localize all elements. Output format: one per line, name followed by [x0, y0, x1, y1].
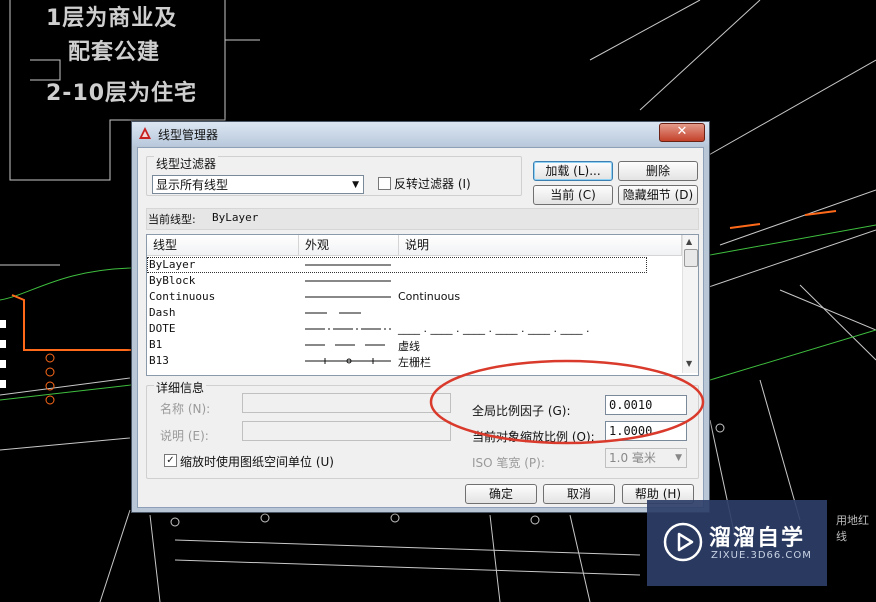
chevron-down-icon: ▼ — [352, 180, 359, 190]
linetype-row[interactable]: DOTE ____ . ____ . ____ . ____ . ____ . … — [147, 321, 680, 337]
autocad-app-icon — [139, 127, 151, 139]
linetype-preview — [305, 264, 391, 266]
watermark-logo: 溜溜自学 ZIXUE.3D66.COM — [647, 500, 827, 586]
name-label: 名称 (N): — [160, 402, 211, 416]
list-scrollbar[interactable]: ▲ ▼ — [682, 235, 698, 373]
column-header-linetype[interactable]: 线型 — [147, 235, 299, 256]
cancel-button[interactable]: 取消 — [543, 484, 615, 504]
cad-boundary-label: 用地红线 — [836, 514, 869, 543]
scroll-up-icon[interactable]: ▲ — [686, 237, 692, 246]
linetype-description: 虚线 — [398, 340, 420, 353]
scroll-thumb[interactable] — [684, 249, 698, 267]
linetype-name: Dash — [149, 306, 176, 319]
highlight-ellipse — [429, 359, 705, 445]
iso-pen-width-label: ISO 笔宽 (P): — [472, 456, 545, 470]
close-button[interactable]: ✕ — [659, 123, 705, 142]
current-linetype-value: ByLayer — [212, 211, 259, 224]
linetype-row[interactable]: B1 虚线 — [147, 337, 680, 353]
column-header-appearance[interactable]: 外观 — [299, 235, 399, 256]
linetype-preview — [305, 280, 391, 282]
linetype-name: ByLayer — [149, 258, 196, 271]
linetype-preview — [305, 296, 391, 298]
linetype-preview — [305, 312, 373, 314]
paper-space-units-label: 缩放时使用图纸空间单位 (U) — [180, 455, 334, 469]
iso-pen-width-dropdown[interactable]: 1.0 毫米 ▼ — [605, 448, 687, 468]
linetype-name: DOTE — [149, 322, 176, 335]
column-header-description[interactable]: 说明 — [399, 235, 682, 256]
play-logo-icon — [663, 522, 703, 562]
cad-annotation-line-2: 配套公建 — [68, 40, 161, 65]
dialog-client-area: 线型过滤器 显示所有线型 ▼ 反转过滤器 (I) 加载 (L)... 删除 当前… — [137, 147, 704, 508]
iso-pen-width-value: 1.0 毫米 — [609, 451, 656, 465]
linetype-preview — [305, 328, 391, 330]
invert-filter-checkbox[interactable] — [378, 177, 391, 190]
linetype-row[interactable]: Continuous Continuous — [147, 289, 680, 305]
linetype-description: Continuous — [398, 290, 461, 303]
ok-button[interactable]: 确定 — [465, 484, 537, 504]
dialog-titlebar[interactable]: 线型管理器 ✕ — [132, 122, 709, 146]
current-button[interactable]: 当前 (C) — [533, 185, 613, 205]
watermark-url: ZIXUE.3D66.COM — [711, 550, 812, 561]
linetype-description: ____ . ____ . ____ . ____ . ____ . ____ … — [398, 322, 590, 335]
linetype-row[interactable]: ByLayer — [147, 257, 647, 273]
dialog-title: 线型管理器 — [158, 128, 219, 142]
description-label: 说明 (E): — [160, 429, 209, 443]
delete-button[interactable]: 删除 — [618, 161, 698, 181]
invert-filter-label: 反转过滤器 (I) — [394, 177, 471, 191]
linetype-preview — [305, 344, 391, 346]
paper-space-units-checkbox[interactable]: ✓ — [164, 454, 177, 467]
watermark-name: 溜溜自学 — [709, 526, 806, 551]
name-field[interactable] — [242, 393, 451, 413]
chevron-down-icon: ▼ — [675, 453, 682, 463]
linetype-row[interactable]: Dash — [147, 305, 680, 321]
filter-group-label: 线型过滤器 — [154, 155, 219, 172]
current-linetype-label: 当前线型: — [148, 213, 196, 226]
hide-details-button[interactable]: 隐藏细节 (D) — [618, 185, 698, 205]
linetype-name: Continuous — [149, 290, 216, 303]
load-button[interactable]: 加载 (L)... — [533, 161, 613, 181]
filter-dropdown-value: 显示所有线型 — [156, 178, 229, 192]
linetype-manager-dialog: 线型管理器 ✕ 线型过滤器 显示所有线型 ▼ 反转过滤器 (I) 加载 (L).… — [131, 121, 710, 513]
linetype-row[interactable]: ByBlock — [147, 273, 680, 289]
cad-annotation-line-3: 2-10层为住宅 — [46, 81, 198, 106]
filter-dropdown[interactable]: 显示所有线型 ▼ — [152, 175, 364, 194]
linetype-list[interactable]: 线型 外观 说明 ByLayer ByBlock Continuous Cont… — [146, 234, 699, 376]
linetype-description: 左栅栏 — [398, 356, 431, 369]
linetype-name: B1 — [149, 338, 163, 351]
details-group-label: 详细信息 — [154, 379, 207, 396]
linetype-preview — [305, 358, 391, 364]
linetype-name: B13 — [149, 354, 169, 367]
linetype-name: ByBlock — [149, 274, 196, 287]
cad-annotation-line-1: 1层为商业及 — [46, 6, 178, 31]
description-field[interactable] — [242, 421, 451, 441]
